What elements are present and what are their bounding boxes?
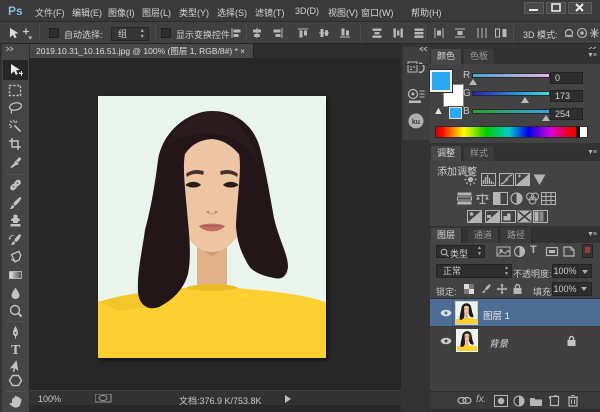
svg-text:T: T [11, 343, 21, 357]
svg-text:ku: ku [412, 119, 420, 126]
